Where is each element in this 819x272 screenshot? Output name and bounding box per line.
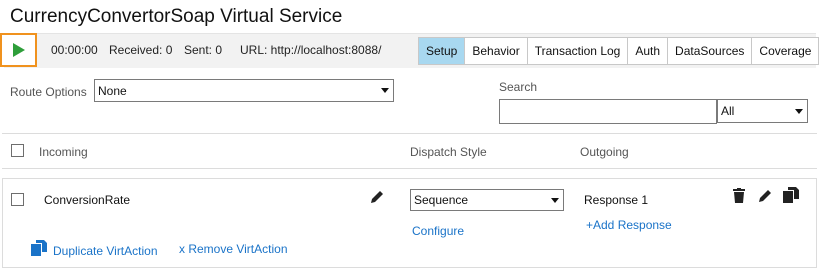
page-title: CurrencyConvertorSoap Virtual Service [10, 6, 343, 27]
search-filter-value: All [721, 104, 735, 118]
chevron-down-icon [547, 197, 563, 203]
divider [2, 168, 817, 169]
dispatch-style-header: Dispatch Style [410, 145, 487, 159]
row-checkbox[interactable] [11, 193, 24, 206]
configure-link[interactable]: Configure [412, 224, 464, 238]
play-button[interactable] [0, 33, 37, 67]
incoming-operation: ConversionRate [44, 193, 131, 207]
elapsed-time: 00:00:00 [51, 43, 98, 57]
select-all-checkbox[interactable] [11, 144, 24, 157]
tab-behavior[interactable]: Behavior [464, 38, 526, 64]
delete-response-button[interactable] [731, 188, 747, 208]
pencil-icon [369, 189, 385, 210]
tab-auth[interactable]: Auth [627, 38, 667, 64]
divider [2, 133, 817, 134]
search-filter-select[interactable]: All [717, 99, 808, 123]
sent-count: Sent: 0 [184, 43, 223, 57]
chevron-down-icon [791, 108, 807, 114]
tab-transaction-log[interactable]: Transaction Log [526, 38, 628, 64]
edit-incoming-button[interactable] [368, 190, 386, 208]
play-icon [12, 42, 26, 58]
response-name: Response 1 [584, 193, 649, 207]
edit-response-button[interactable] [756, 189, 774, 207]
chevron-down-icon [377, 88, 393, 93]
outgoing-header: Outgoing [580, 145, 629, 159]
remove-virtaction-link[interactable]: x Remove VirtAction [179, 242, 288, 256]
tab-setup[interactable]: Setup [419, 38, 465, 64]
route-options-select[interactable]: None [94, 79, 394, 102]
tab-datasources[interactable]: DataSources [667, 38, 751, 64]
route-options-label: Route Options [10, 85, 87, 99]
dispatch-style-select[interactable]: Sequence [410, 189, 564, 211]
dispatch-style-value: Sequence [414, 193, 469, 207]
duplicate-virtaction-label: Duplicate VirtAction [53, 243, 158, 258]
tab-coverage[interactable]: Coverage [751, 38, 818, 64]
duplicate-virtaction-link[interactable]: Duplicate VirtAction [31, 240, 158, 261]
service-url: URL: http://localhost:8088/ [240, 43, 382, 57]
copy-icon [31, 240, 47, 261]
duplicate-response-button[interactable] [782, 186, 800, 208]
search-label: Search [499, 80, 538, 94]
trash-icon [733, 188, 745, 208]
search-input[interactable] [499, 99, 717, 124]
incoming-header: Incoming [39, 145, 88, 159]
pencil-icon [757, 188, 773, 209]
tab-bar: Setup Behavior Transaction Log Auth Data… [418, 37, 819, 65]
received-count: Received: 0 [109, 43, 173, 57]
add-response-link[interactable]: +Add Response [586, 218, 672, 232]
route-options-value: None [98, 83, 127, 98]
copy-icon [783, 186, 799, 208]
